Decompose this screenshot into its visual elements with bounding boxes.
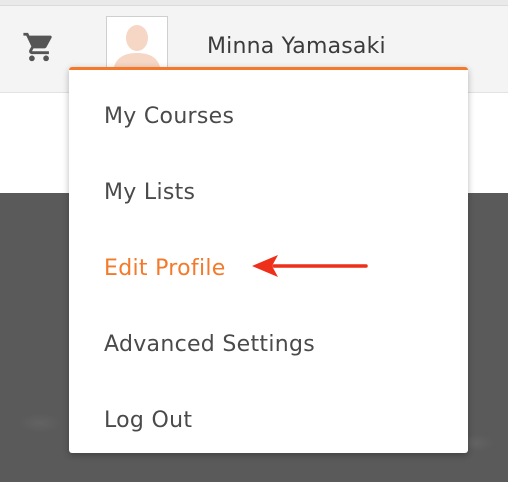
user-name[interactable]: Minna Yamasaki: [207, 34, 386, 59]
menu-item-advanced-settings[interactable]: Advanced Settings: [104, 332, 315, 357]
menu-item-edit-profile[interactable]: Edit Profile: [104, 256, 226, 281]
menu-item-log-out[interactable]: Log Out: [104, 408, 192, 433]
menu-item-my-lists[interactable]: My Lists: [104, 180, 195, 205]
menu-item-my-courses[interactable]: My Courses: [104, 104, 234, 129]
arrow-left-icon: [252, 255, 368, 277]
user-avatar-icon: [107, 17, 167, 71]
user-avatar[interactable]: [106, 16, 168, 72]
shopping-cart-icon[interactable]: [22, 30, 56, 64]
